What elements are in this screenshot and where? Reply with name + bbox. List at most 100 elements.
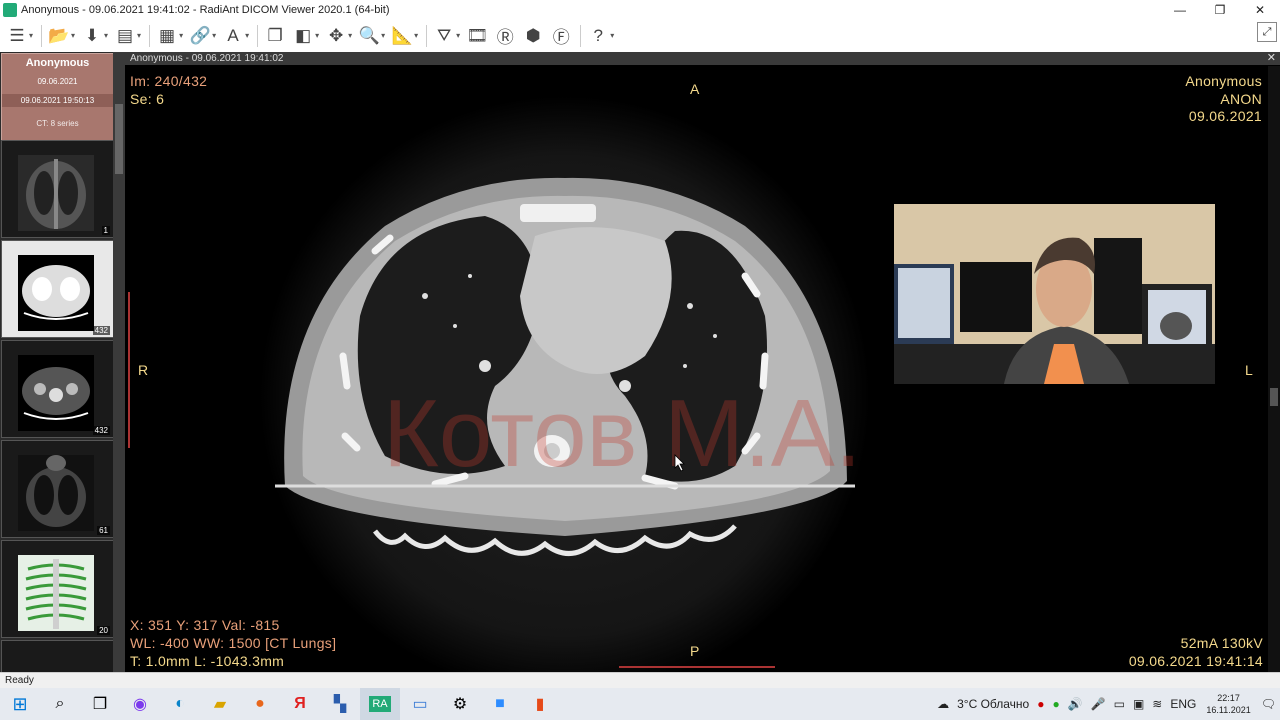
patient-name: Anonymous <box>25 57 90 69</box>
task-view-button[interactable]: ❐ <box>80 688 120 720</box>
search-button[interactable]: ⌕ <box>40 688 80 720</box>
webcam-video <box>894 204 1215 384</box>
viewport-title: Anonymous - 09.06.2021 19:41:02 <box>130 53 284 64</box>
cortana-button[interactable]: ◉ <box>120 688 160 720</box>
edge-icon: ◐ <box>175 695 185 712</box>
title-bar: Anonymous - 09.06.2021 19:41:02 - RadiAn… <box>0 0 1280 19</box>
window-title: Anonymous - 09.06.2021 19:41:02 - RadiAn… <box>21 3 390 16</box>
measure-button[interactable]: 📐 ▾ <box>391 23 419 49</box>
window-level: WL: -400 WW: 1500 [CT Lungs] <box>130 635 337 651</box>
yandex-button[interactable]: Я <box>280 688 320 720</box>
study-card[interactable]: Anonymous 09.06.2021 09.06.2021 19:50:13… <box>1 53 114 141</box>
series-thumbnail[interactable]: 61 <box>1 440 114 538</box>
office-button[interactable]: ▮ <box>520 688 560 720</box>
study-date: 09.06.2021 <box>37 77 78 86</box>
viewport-close-button[interactable]: ✕ <box>1267 52 1276 65</box>
system-tray: ☁ 3°C Облачно ● ● 🔊 🎤 ▭ ▣ ≋ ENG 22:17 16… <box>933 688 1280 720</box>
link-button[interactable]: 🔗 ▾ <box>189 23 216 49</box>
fusion-icon: Ⓕ <box>552 28 570 47</box>
slice-thickness: T: 1.0mm L: -1043.3mm <box>130 653 285 669</box>
series-thumbnail[interactable]: 20 <box>1 540 114 638</box>
save-icon: ▤ <box>117 25 134 45</box>
yandex-icon: Я <box>294 695 306 712</box>
download-icon: ⬇ <box>84 25 100 45</box>
minimize-button[interactable]: — <box>1160 0 1200 19</box>
patient-overlay-id: ANON <box>1220 91 1262 107</box>
viewer-scrollbar[interactable] <box>1268 66 1280 672</box>
radiant-button[interactable]: RA <box>360 688 400 720</box>
layout-button[interactable]: ▦ ▾ <box>156 23 183 49</box>
language-indicator[interactable]: ENG <box>1170 697 1196 711</box>
close-button[interactable]: ✕ <box>1240 0 1280 19</box>
taskbar: ⊞ ⌕ ❐ ◉ ◐ ▰ ● Я ▚ RA ▭ ⚙ ■ ▮ ☁ 3°C Облач… <box>0 688 1280 720</box>
series-thumbnail[interactable]: 432 <box>1 340 114 438</box>
weather-text[interactable]: 3°C Облачно <box>957 697 1029 711</box>
volume-icon[interactable]: 🔊 <box>1068 697 1083 711</box>
open-button[interactable]: 📂 ▾ <box>48 23 75 49</box>
series-sidebar: Anonymous 09.06.2021 09.06.2021 19:50:13… <box>0 52 125 674</box>
annotation-button[interactable]: A ▾ <box>222 23 249 49</box>
series-count: 61 <box>97 526 110 535</box>
folder-icon: ▰ <box>213 696 227 713</box>
wifi-icon[interactable]: ≋ <box>1152 697 1162 711</box>
mpr-button[interactable]: ⛛ ▾ <box>433 23 460 49</box>
battery-icon[interactable]: ▭ <box>1114 697 1125 711</box>
patient-overlay-date: 09.06.2021 <box>1188 108 1262 124</box>
clock-date: 16.11.2021 <box>1206 705 1251 715</box>
window-level-button[interactable]: ◧ ▾ <box>292 23 319 49</box>
antivirus-icon[interactable]: ● <box>1037 697 1044 711</box>
store-icon: ▚ <box>333 696 347 713</box>
acquisition-datetime: 09.06.2021 19:41:14 <box>1128 653 1263 669</box>
fullscreen-icon[interactable]: ⤢ <box>1257 22 1277 42</box>
viewer-scroll-thumb[interactable] <box>1270 388 1278 406</box>
orientation-bottom: P <box>690 643 700 659</box>
orientation-right: L <box>1245 362 1254 378</box>
3d-button[interactable]: ⬢ <box>522 23 544 49</box>
grid-layout-icon: ▦ <box>159 25 176 45</box>
cortana-icon: ◉ <box>133 696 147 713</box>
orientation-top: A <box>690 81 700 97</box>
edge-button[interactable]: ◐ <box>160 688 200 720</box>
clock-time: 22:17 <box>1217 693 1240 703</box>
help-icon: ? <box>593 25 603 45</box>
reset-button[interactable]: Ⓡ <box>494 23 516 49</box>
gear-icon: ⚙ <box>452 696 468 713</box>
monitor-icon[interactable]: ▣ <box>1133 697 1144 711</box>
clock[interactable]: 22:17 16.11.2021 <box>1206 692 1250 716</box>
app-button[interactable]: ▭ <box>400 688 440 720</box>
window-app-icon: ▭ <box>412 696 428 713</box>
pan-button[interactable]: ✥ ▾ <box>325 23 352 49</box>
firefox-button[interactable]: ● <box>240 688 280 720</box>
fusion-button[interactable]: Ⓕ <box>550 23 572 49</box>
zoom-icon: 🔍 <box>358 25 380 45</box>
settings-button[interactable]: ⚙ <box>440 688 480 720</box>
sidebar-scroll-thumb[interactable] <box>115 104 123 174</box>
series-button[interactable]: ❐ <box>264 23 286 49</box>
text-annotation-icon: A <box>227 25 239 45</box>
series-count: 20 <box>97 626 110 635</box>
film-button[interactable]: 🎞 <box>466 23 488 49</box>
save-button[interactable]: ▤ ▾ <box>114 23 141 49</box>
watermark-text: Котов М.А. <box>383 380 862 487</box>
menu-button[interactable]: ☰ ▾ <box>6 23 33 49</box>
link-icon: 🔗 <box>189 25 211 45</box>
app-icon <box>3 2 17 17</box>
series-preview <box>18 455 94 531</box>
help-button[interactable]: ? ▾ <box>587 23 614 49</box>
patient-overlay-name: Anonymous <box>1185 73 1262 89</box>
series-thumbnail[interactable] <box>1 640 114 674</box>
series-preview <box>18 255 94 331</box>
notification-icon[interactable]: 🗨 <box>1261 697 1276 711</box>
shield-icon[interactable]: ● <box>1052 697 1059 711</box>
maximize-button[interactable]: ❐ <box>1200 0 1240 19</box>
store-button[interactable]: ▚ <box>320 688 360 720</box>
microphone-icon[interactable]: 🎤 <box>1091 697 1106 711</box>
download-button[interactable]: ⬇ ▾ <box>81 23 108 49</box>
series-thumbnail[interactable]: 432 <box>1 240 114 338</box>
start-button[interactable]: ⊞ <box>0 688 40 720</box>
zoom-button[interactable]: 🔍 ▾ <box>358 23 386 49</box>
zoom-app-button[interactable]: ■ <box>480 688 520 720</box>
explorer-button[interactable]: ▰ <box>200 688 240 720</box>
series-thumbnail[interactable]: 1 <box>1 140 114 238</box>
task-view-icon: ❐ <box>92 696 108 713</box>
